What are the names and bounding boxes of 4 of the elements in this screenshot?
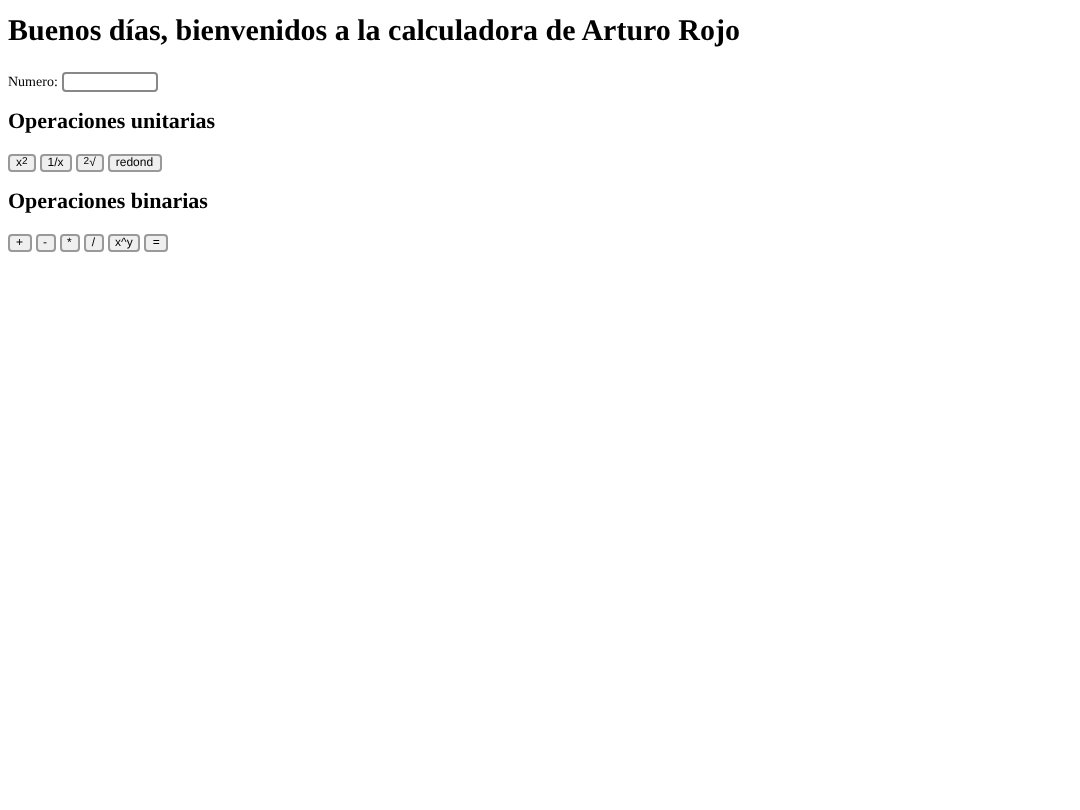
number-field[interactable] [61,72,158,92]
section-heading: Operaciones binarias [8,190,210,214]
page-title: Buenos días, bienvenidos a la calculadora de Arturo Rojo [8,16,743,50]
section-heading: Operaciones unitarias [8,110,218,134]
